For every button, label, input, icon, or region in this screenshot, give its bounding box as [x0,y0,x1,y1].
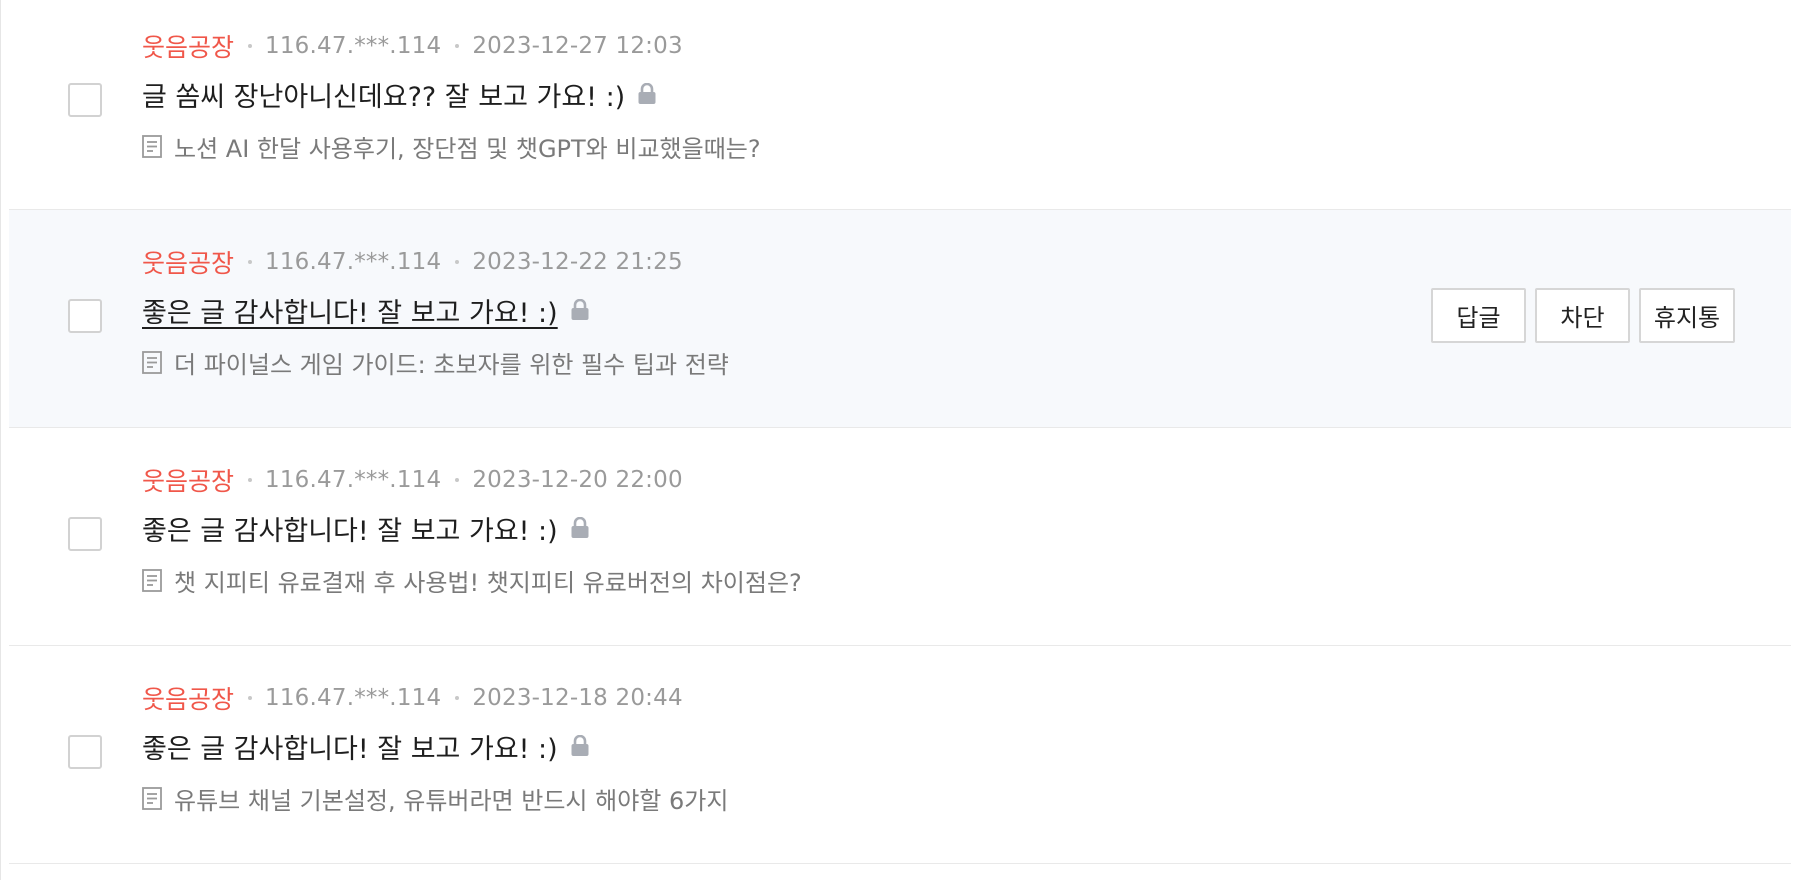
post-title[interactable]: 노션 AI 한달 사용후기, 장단점 및 챗GPT와 비교했을때는? [174,129,761,164]
comment-row: 웃음공장 116.47.***.114 2023-12-20 22:00 좋은 … [9,428,1791,646]
post-title[interactable]: 유튜브 채널 기본설정, 유튜버라면 반드시 해야할 6가지 [174,781,728,816]
comment-text[interactable]: 좋은 글 감사합니다! 잘 보고 가요! :) [142,291,558,330]
comment-date: 2023-12-22 21:25 [472,249,683,275]
author-name[interactable]: 웃음공장 [142,680,234,716]
comment-meta: 웃음공장 116.47.***.114 2023-12-18 20:44 [142,682,683,714]
comment-list: 웃음공장 116.47.***.114 2023-12-27 12:03 글 쏨… [0,0,1798,880]
reply-button[interactable]: 답글 [1431,288,1526,343]
comment-meta: 웃음공장 116.47.***.114 2023-12-22 21:25 [142,246,683,278]
ip-address: 116.47.***.114 [265,467,442,493]
lock-icon [570,298,590,321]
post-title[interactable]: 챗 지피티 유료결재 후 사용법! 챗지피티 유료버전의 차이점은? [174,563,802,598]
separator-dot [455,260,460,264]
lock-icon [570,516,590,539]
comment-text[interactable]: 글 쏨씨 장난아니신데요?? 잘 보고 가요! :) [142,75,625,114]
post-link[interactable]: 더 파이널스 게임 가이드: 초보자를 위한 필수 팁과 전략 [142,345,729,380]
comment-row: 웃음공장 116.47.***.114 2023-12-22 21:25 좋은 … [9,210,1791,428]
comment-content: 좋은 글 감사합니다! 잘 보고 가요! :) [142,508,590,548]
separator-dot [455,696,460,700]
comment-content: 글 쏨씨 장난아니신데요?? 잘 보고 가요! :) [142,74,657,114]
comment-meta: 웃음공장 116.47.***.114 2023-12-27 12:03 [142,30,683,62]
document-icon [142,786,162,810]
comment-actions: 답글 차단 휴지통 [1431,288,1735,343]
post-link[interactable]: 챗 지피티 유료결재 후 사용법! 챗지피티 유료버전의 차이점은? [142,563,802,598]
ip-address: 116.47.***.114 [265,33,442,59]
document-icon [142,350,162,374]
ip-address: 116.47.***.114 [265,685,442,711]
comment-content: 좋은 글 감사합니다! 잘 보고 가요! :) [142,726,590,766]
select-checkbox[interactable] [68,735,102,769]
select-checkbox[interactable] [68,299,102,333]
comment-date: 2023-12-20 22:00 [472,467,683,493]
comment-text[interactable]: 좋은 글 감사합니다! 잘 보고 가요! :) [142,727,558,766]
document-icon [142,134,162,158]
post-link[interactable]: 유튜브 채널 기본설정, 유튜버라면 반드시 해야할 6가지 [142,781,728,816]
separator-dot [455,478,460,482]
author-name[interactable]: 웃음공장 [142,462,234,498]
separator-dot [248,44,253,48]
comment-meta: 웃음공장 116.47.***.114 2023-12-20 22:00 [142,464,683,496]
author-name[interactable]: 웃음공장 [142,28,234,64]
separator-dot [455,44,460,48]
lock-icon [637,82,657,105]
comment-date: 2023-12-18 20:44 [472,685,683,711]
block-button[interactable]: 차단 [1535,288,1630,343]
comment-date: 2023-12-27 12:03 [472,33,683,59]
post-title[interactable]: 더 파이널스 게임 가이드: 초보자를 위한 필수 팁과 전략 [174,345,729,380]
post-link[interactable]: 노션 AI 한달 사용후기, 장단점 및 챗GPT와 비교했을때는? [142,129,761,164]
comment-content: 좋은 글 감사합니다! 잘 보고 가요! :) [142,290,590,330]
ip-address: 116.47.***.114 [265,249,442,275]
separator-dot [248,478,253,482]
comment-row: 웃음공장 116.47.***.114 2023-12-18 20:44 좋은 … [9,646,1791,864]
separator-dot [248,260,253,264]
separator-dot [248,696,253,700]
select-checkbox[interactable] [68,517,102,551]
comment-text[interactable]: 좋은 글 감사합니다! 잘 보고 가요! :) [142,509,558,548]
document-icon [142,568,162,592]
select-checkbox[interactable] [68,83,102,117]
author-name[interactable]: 웃음공장 [142,244,234,280]
comment-row: 웃음공장 116.47.***.114 2023-12-27 12:03 글 쏨… [9,0,1791,210]
trash-button[interactable]: 휴지통 [1639,288,1735,343]
lock-icon [570,734,590,757]
